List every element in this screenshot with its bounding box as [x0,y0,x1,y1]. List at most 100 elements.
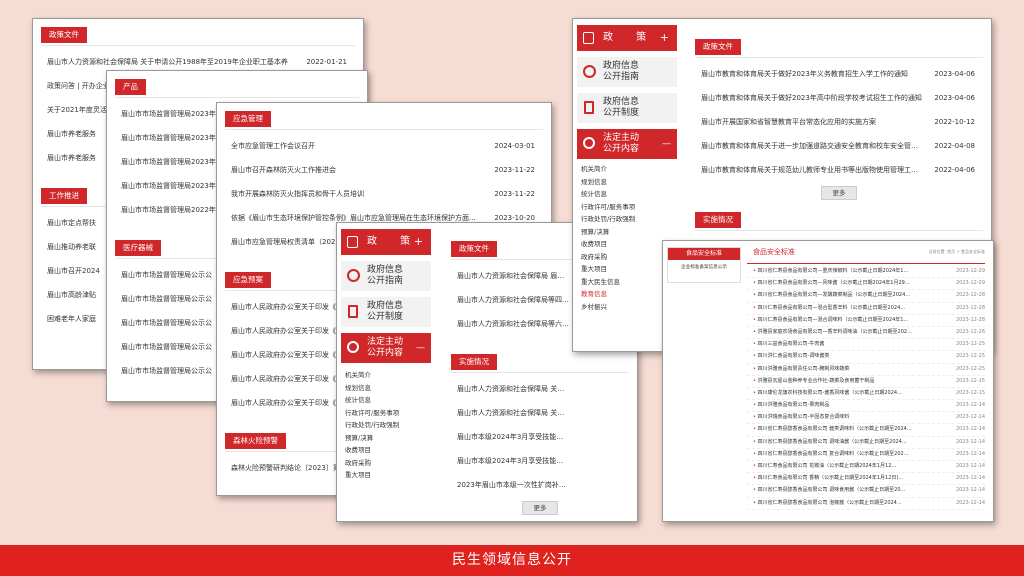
list-item-title[interactable]: 眉山市人力资源和社会保障局 关于林中等14名企业职工从事特殊工种提 [457,377,569,401]
section-tag[interactable]: 实施情况 [451,354,497,370]
list-item[interactable]: 眉山市召开森林防灭火工作推进会 2023-11-22 [225,158,543,182]
list-item-title[interactable]: 眉山市人力资源和社会保障局等四部门 [457,288,569,312]
list-item-title[interactable]: 眉山市教育和体育局关于做好2023年义务教育招生入学工作的通知 [701,62,923,86]
section-tag[interactable]: 政策文件 [41,27,87,43]
plus-icon[interactable]: + [414,229,423,255]
collapse-icon[interactable]: — [662,139,671,150]
list-item-title[interactable]: 四川洪瑞食品有限公司-半固态复合调味料 [753,412,939,423]
list-item-title[interactable]: 四川洪仁食品有限公司-调味酱类 [753,351,939,362]
section-tag[interactable]: 政策文件 [695,39,741,55]
list-item-title[interactable]: 我市开展森林防灭火指挥员和骨干人员培训 [231,182,483,206]
list-item-title[interactable]: 四川仁寿食品有限公司 花椒油（公示截止日期2024年1月12... [753,461,939,472]
list-item[interactable]: 四川省仁寿县醇香食品有限公司 酱类调味料（公示截止日期至2024... 2023-… [747,424,985,437]
list-item[interactable]: 眉山市教育和体育局关于做好2023年高中阶段学校考试招生工作的通知 2023-04… [695,86,983,110]
list-item-title[interactable]: 洪雅县瓦屋山金种养专业合作社-蔬菜及食用菌干制品 [753,376,939,387]
list-item[interactable]: 眉山市人力资源和社会保障局 关于林中等14名企业职工从事特殊工种提 [451,401,629,425]
list-item[interactable]: 眉山市教育和体育局关于做好2023年义务教育招生入学工作的通知 2023-04-0… [695,62,983,86]
list-item[interactable]: 眉山市教育和体育局关于规范幼儿教师专业用书等出版物使用管理工作的通知 2022-0… [695,158,983,182]
list-item-title[interactable]: 眉山市人力资源和社会保障局 眉山市财 [457,264,569,288]
list-item[interactable]: 眉山市教育和体育局关于进一步加强道路交通安全教育和校车安全管理工作的... 202… [695,134,983,158]
list-item[interactable]: 四川省仁寿县醇香食品有限公司 调味油酱（公示截止日期至2024... 2023-1… [747,437,985,449]
list-item[interactable]: 洪雅县家庭农场食品有限公司—香辛料调味油（公示截止日期至202... 2023-1… [747,327,985,340]
menu-guide[interactable]: 政府信息 公开指南 [341,261,431,291]
menu-system[interactable]: 政府信息 公开制度 [577,93,677,123]
list-item[interactable]: 四川康伦龙旗农科技有限公司-酱香风味酱（公示截止日期2024... 2023-12… [747,388,985,401]
menu-statutory[interactable]: 法定主动 公开内容 — [577,129,677,159]
submenu-item[interactable]: 规划信息 [581,176,681,189]
list-item-title[interactable]: 眉山市人力资源和社会保障局 关于林中等14名企业职工从事特殊工种提 [457,401,569,425]
list-item[interactable]: 洪雅县瓦屋山金种养专业合作社-蔬菜及食用菌干制品 2023-12-15 [747,376,985,388]
list-item-title[interactable]: 眉山市教育和体育局关于进一步加强道路交通安全教育和校车安全管理工作的... [701,134,923,158]
list-item-title[interactable]: 四川仁寿县食品有限公司—混合调味料（公示截止日期至2024年1... [753,315,939,326]
submenu-item[interactable]: 收费项目 [345,444,435,457]
list-item-title[interactable]: 2023年眉山市本级一次性扩岗补助企业名单公示（第二批） [457,473,569,497]
side-item[interactable]: 企业标准备案信息公示 [668,260,740,276]
list-item-title[interactable]: 全市应急管理工作会议召开 [231,134,483,158]
submenu-item[interactable]: 行政许可/服务事项 [345,407,435,420]
section-tag[interactable]: 医疗器械 [115,240,161,256]
list-item[interactable]: 全市应急管理工作会议召开 2024-03-01 [225,134,543,158]
list-item-title[interactable]: 眉山市教育和体育局关于做好2023年高中阶段学校考试招生工作的通知 [701,86,923,110]
list-item[interactable]: 四川省仁寿县醇香食品有限公司 复合调味料（公示截止日期至202... 2023-1… [747,449,985,461]
submenu-item[interactable]: 行政许可/服务事项 [581,201,681,214]
list-item-title[interactable]: 眉山市开展国家和省智慧教育平台常态化应用的实施方案 [701,110,923,134]
list-item-title[interactable]: 四川省仁寿县醇香食品有限公司 酱类调味料（公示截止日期至2024... [753,424,939,435]
list-item[interactable]: 四川仁寿县食品有限公司—混合型香辛料（公示截止日期至2024... 2023-12… [747,303,985,315]
list-item-title[interactable]: 眉山市人力资源和社会保障局等六部门 [457,312,569,336]
list-item-title[interactable]: 眉山市教育和体育局关于规范幼儿教师专业用书等出版物使用管理工作的通知 [701,158,923,182]
submenu-item[interactable]: 行政处罚/行政强制 [581,213,681,226]
list-item[interactable]: 四川三益食品有限公司-牛肉酱 2023-12-25 [747,339,985,352]
list-item-title[interactable]: 四川省仁寿县食品有限公司—风味酱（公示截止日期2024年1月29... [753,278,939,289]
list-item-title[interactable]: 四川三益食品有限公司-牛肉酱 [753,339,939,350]
plus-icon[interactable]: + [660,25,669,51]
submenu-item[interactable]: 规划信息 [345,382,435,395]
list-item[interactable]: 我市开展森林防灭火指挥员和骨干人员培训 2023-11-22 [225,182,543,206]
list-item-title[interactable]: 四川省仁寿县食品有限公司—重庆辣椒料（公示截止日期2024年1... [753,266,939,277]
list-item[interactable]: 眉山市开展国家和省智慧教育平台常态化应用的实施方案 2022-10-12 [695,110,983,134]
submenu-item[interactable]: 预算/决算 [345,432,435,445]
list-item[interactable]: 四川省仁寿县食品有限公司—风味酱（公示截止日期2024年1月29... 2023-… [747,278,985,291]
list-item[interactable]: 四川省仁寿县醇香食品有限公司 泡椒酱（公示截止日期至2024... 2023-12… [747,498,985,510]
list-item[interactable]: 四川省仁寿县食品有限公司—重庆辣椒料（公示截止日期2024年1... 2023-1… [747,266,985,279]
submenu-item[interactable]: 机关简介 [581,163,681,176]
list-item[interactable]: 眉山市本级2024年3月享受技能提升补贴人员名单公示 [451,449,629,473]
list-item[interactable]: 四川仁寿食品有限公司 香精（公示截止日期至2024年1月12日)... 2023-… [747,473,985,486]
list-item[interactable]: 四川省仁寿县食品有限公司—发酵蔬菜制品（公示截止日期至2024... 2023-1… [747,290,985,303]
more-button[interactable]: 更多 [821,186,857,200]
menu-policy[interactable]: 政 策 + [341,229,431,255]
submenu-item[interactable]: 统计信息 [581,188,681,201]
section-tag[interactable]: 实施情况 [695,212,741,228]
list-item[interactable]: 四川洪雅食品有限公司-果肉制品 2023-12-14 [747,400,985,413]
list-item[interactable]: 2023年眉山市本级一次性扩岗补助企业名单公示（第二批） [451,473,629,497]
list-item[interactable]: 眉山市人力资源和社会保障局 关于林中等14名企业职工从事特殊工种提 [451,377,629,401]
list-item[interactable]: 四川仁寿食品有限公司 花椒油（公示截止日期2024年1月12... 2023-12… [747,461,985,474]
list-item[interactable]: 四川仁寿县食品有限公司—混合调味料（公示截止日期至2024年1... 2023-1… [747,315,985,327]
more-button[interactable]: 更多 [522,501,558,515]
menu-system[interactable]: 政府信息 公开制度 [341,297,431,327]
list-item-title[interactable]: 眉山市本级2024年3月享受技能提升补贴人员名单公示 [457,449,569,473]
list-item-title[interactable]: 四川省仁寿县食品有限公司—发酵蔬菜制品（公示截止日期至2024... [753,290,939,301]
section-tag[interactable]: 政策文件 [451,241,497,257]
section-tag[interactable]: 应急预案 [225,272,271,288]
submenu-item[interactable]: 重大项目 [345,469,435,482]
menu-statutory[interactable]: 法定主动 公开内容 — [341,333,431,363]
list-item-title[interactable]: 眉山市本级2024年3月享受技能提升补贴人员名单公示 [457,425,569,449]
list-item-title[interactable]: 四川省仁寿县醇香食品有限公司 调味食用酱（公示截止日期至20... [753,485,939,496]
list-item-title[interactable]: 四川洪雅食品有限责任公司-腌制风味蔬菜 [753,364,939,375]
list-item[interactable]: 四川洪瑞食品有限公司-半固态复合调味料 2023-12-14 [747,412,985,425]
list-item-title[interactable]: 四川洪雅食品有限公司-果肉制品 [753,400,939,411]
list-item-title[interactable]: 四川省仁寿县醇香食品有限公司 复合调味料（公示截止日期至202... [753,449,939,460]
section-tag[interactable]: 产品 [115,79,146,95]
menu-guide[interactable]: 政府信息 公开指南 [577,57,677,87]
submenu-item[interactable]: 行政处罚/行政强制 [345,419,435,432]
section-tag[interactable]: 工作推进 [41,188,87,204]
list-item[interactable]: 眉山市本级2024年3月享受技能提升补贴人员名单公示 [451,425,629,449]
list-item-title[interactable]: 洪雅县家庭农场食品有限公司—香辛料调味油（公示截止日期至202... [753,327,939,338]
section-tag[interactable]: 应急管理 [225,111,271,127]
section-tag[interactable]: 森林火险预警 [225,433,286,449]
list-item-title[interactable]: 四川仁寿县食品有限公司—混合型香辛料（公示截止日期至2024... [753,303,939,314]
list-item-title[interactable]: 四川省仁寿县醇香食品有限公司 调味油酱（公示截止日期至2024... [753,437,939,448]
submenu-item[interactable]: 预算/决算 [581,226,681,239]
submenu-item[interactable]: 政府采购 [345,457,435,470]
submenu-item[interactable]: 机关简介 [345,369,435,382]
